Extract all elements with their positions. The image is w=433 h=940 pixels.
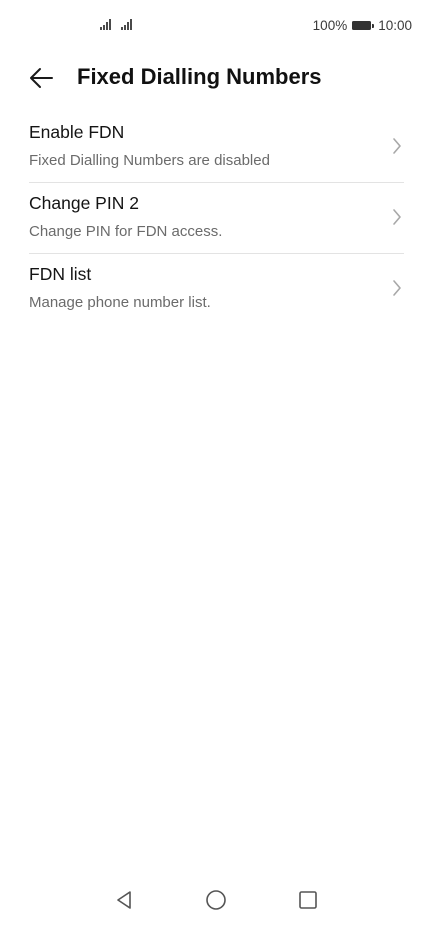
arrow-left-icon [30, 68, 53, 88]
settings-list: Enable FDN Fixed Dialling Numbers are di… [0, 112, 433, 324]
list-item-change-pin2[interactable]: Change PIN 2 Change PIN for FDN access. [29, 183, 404, 254]
list-item-title: Enable FDN [29, 122, 125, 142]
square-recents-icon [299, 891, 317, 909]
list-item-title: Change PIN 2 [29, 193, 139, 213]
signal-strength-icon [100, 18, 111, 30]
nav-back-button[interactable] [112, 888, 136, 912]
triangle-back-icon [117, 891, 131, 909]
status-right: 100% 10:00 [313, 18, 412, 33]
battery-icon [352, 21, 375, 30]
signal-indicators [100, 18, 132, 30]
chevron-right-icon [393, 280, 401, 296]
circle-home-icon [206, 890, 226, 910]
chevron-right-icon [393, 209, 401, 225]
list-item-enable-fdn[interactable]: Enable FDN Fixed Dialling Numbers are di… [29, 112, 404, 183]
status-bar: 100% 10:00 [0, 0, 433, 54]
signal-strength-icon [121, 18, 132, 30]
list-item-title: FDN list [29, 264, 92, 284]
system-nav-bar [0, 876, 433, 940]
back-button[interactable] [26, 64, 56, 92]
battery-percent: 100% [312, 18, 348, 33]
list-item-fdn-list[interactable]: FDN list Manage phone number list. [29, 254, 404, 324]
chevron-right-icon [393, 138, 401, 154]
nav-home-button[interactable] [204, 888, 228, 912]
list-item-subtitle: Change PIN for FDN access. [29, 223, 223, 240]
page-title: Fixed Dialling Numbers [77, 64, 322, 89]
list-item-subtitle: Fixed Dialling Numbers are disabled [29, 152, 270, 169]
clock: 10:00 [378, 18, 412, 33]
nav-recents-button[interactable] [296, 888, 320, 912]
list-item-subtitle: Manage phone number list. [29, 294, 211, 311]
app-header: Fixed Dialling Numbers [0, 56, 433, 100]
